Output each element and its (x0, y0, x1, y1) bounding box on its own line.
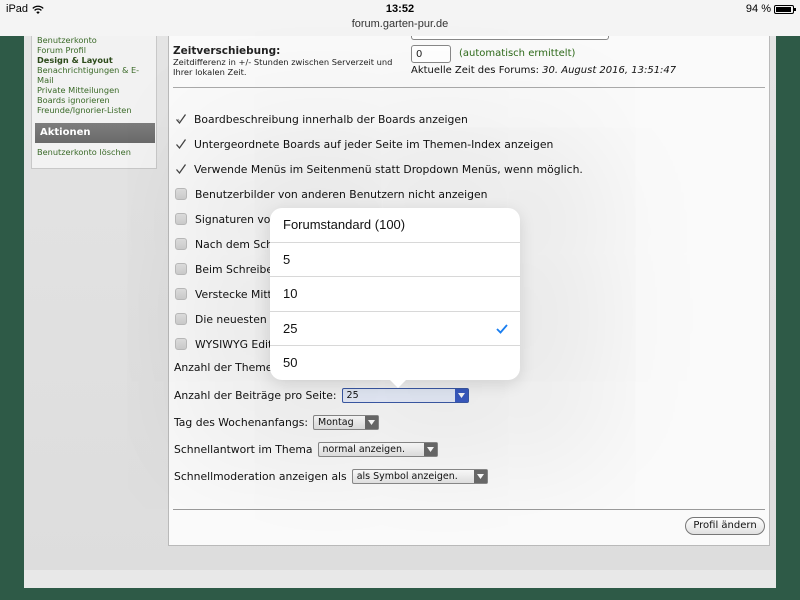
checkmark-icon[interactable] (175, 113, 187, 125)
option-label: Nach dem Schr (195, 237, 278, 251)
option-side-menus[interactable]: Verwende Menüs im Seitenmenü statt Dropd… (175, 161, 583, 177)
sidebar-item-boards-ignorieren[interactable]: Boards ignorieren (37, 95, 139, 105)
picker-option-default[interactable]: Forumstandard (100) (270, 208, 520, 242)
dropdown-arrow-icon (365, 416, 379, 429)
text-field-partial[interactable] (411, 36, 609, 40)
status-bar: iPad 13:52 forum.garten-pur.de 94 % (0, 0, 800, 36)
delete-account-link[interactable]: Benutzerkonto löschen (37, 147, 131, 157)
option-board-description[interactable]: Boardbeschreibung innerhalb der Boards a… (175, 111, 468, 127)
topics-per-page-row: Anzahl der Themen (174, 361, 279, 374)
timezone-auto-label: (automatisch ermittelt) (459, 48, 576, 59)
timezone-offset-input[interactable]: 0 (411, 45, 451, 63)
divider (173, 87, 765, 88)
option-child-boards[interactable]: Untergeordnete Boards auf jeder Seite im… (175, 136, 553, 152)
quick-moderation-value: als Symbol anzeigen. (356, 471, 458, 482)
checkbox-empty[interactable] (175, 238, 187, 250)
option-label: WYSIWYG Edito (195, 337, 279, 351)
sidebar-item-forum-profil[interactable]: Forum Profil (37, 45, 139, 55)
checkbox-empty[interactable] (175, 338, 187, 350)
status-right: 94 % (745, 3, 796, 15)
option-label: Verstecke Mitte (195, 287, 279, 301)
sidebar-item-private-mitteilungen[interactable]: Private Mitteilungen (37, 85, 139, 95)
posts-per-page-value: 25 (346, 390, 359, 401)
forum-time-label: Aktuelle Zeit des Forums: (411, 65, 539, 76)
checkbox-empty[interactable] (175, 213, 187, 225)
week-start-row: Tag des Wochenanfangs: Montag (174, 415, 380, 430)
sidebar-section-title: Aktionen (35, 123, 155, 143)
option-label: Benutzerbilder von anderen Benutzern nic… (195, 187, 488, 201)
save-profile-button[interactable]: Profil ändern (685, 517, 765, 535)
sidebar-links: Benutzerkonto Forum Profil Design & Layo… (37, 36, 139, 115)
profile-sidebar: Benutzerkonto Forum Profil Design & Layo… (31, 36, 157, 169)
option-label: Signaturen von (195, 212, 278, 226)
option-hide-avatars[interactable]: Benutzerbilder von anderen Benutzern nic… (175, 186, 487, 202)
quick-reply-label: Schnellantwort im Thema (174, 443, 313, 456)
picker-option-25-label: 25 (283, 321, 298, 336)
quick-moderation-label: Schnellmoderation anzeigen als (174, 470, 347, 483)
checkbox-empty[interactable] (175, 263, 187, 275)
checkmark-icon[interactable] (175, 163, 187, 175)
battery-percent: 94 % (745, 3, 771, 15)
option-signatures[interactable]: Signaturen von (175, 211, 277, 227)
topics-per-page-label: Anzahl der Themen (174, 361, 280, 374)
option-newest-posts[interactable]: Die neuesten B (175, 311, 278, 327)
checkmark-icon (496, 324, 508, 334)
dropdown-arrow-icon (423, 443, 437, 456)
checkbox-empty[interactable] (175, 188, 187, 200)
checkmark-icon[interactable] (175, 138, 187, 150)
week-start-label: Tag des Wochenanfangs: (174, 416, 309, 429)
sidebar-item-benachrichtigungen-cont[interactable]: Mail (37, 75, 139, 85)
address-bar[interactable]: forum.garten-pur.de (0, 18, 800, 30)
popover-arrow (389, 379, 407, 388)
timezone-description: Zeitdifferenz in +/- Stunden zwischen Se… (173, 57, 393, 77)
timezone-title: Zeitverschiebung: (173, 45, 281, 57)
option-while-writing[interactable]: Beim Schreiben (175, 261, 280, 277)
page-footer (24, 570, 776, 588)
option-label: Untergeordnete Boards auf jeder Seite im… (194, 137, 554, 151)
quick-reply-value: normal anzeigen. (322, 444, 406, 455)
clock: 13:52 (385, 3, 415, 15)
option-hide-messages[interactable]: Verstecke Mitte (175, 286, 278, 302)
option-label: Beim Schreiben (195, 262, 280, 276)
dropdown-arrow-icon (454, 389, 468, 402)
sidebar-item-benachrichtigungen[interactable]: Benachrichtigungen & E- (37, 65, 139, 75)
divider (173, 509, 765, 510)
picker-option-10[interactable]: 10 (270, 276, 520, 310)
picker-option-50[interactable]: 50 (270, 345, 520, 379)
option-after-posting[interactable]: Nach dem Schr (175, 236, 277, 252)
battery-icon (774, 4, 796, 14)
checkbox-empty[interactable] (175, 288, 187, 300)
forum-time-value: 30. August 2016, 13:51:47 (542, 65, 677, 76)
option-label: Verwende Menüs im Seitenmenü statt Dropd… (194, 162, 583, 176)
quick-moderation-select[interactable]: als Symbol anzeigen. (351, 469, 488, 484)
quick-moderation-row: Schnellmoderation anzeigen als als Symbo… (174, 469, 488, 484)
posts-per-page-label: Anzahl der Beiträge pro Seite: (174, 389, 337, 402)
quick-reply-select[interactable]: normal anzeigen. (317, 442, 438, 457)
posts-per-page-row: Anzahl der Beiträge pro Seite: 25 (174, 388, 469, 403)
dropdown-arrow-icon (473, 470, 487, 483)
forum-time: Aktuelle Zeit des Forums: 30. August 201… (411, 65, 676, 76)
option-label: Die neuesten B (195, 312, 278, 326)
sidebar-item-freunde-listen[interactable]: Freunde/Ignorier-Listen (37, 105, 139, 115)
posts-per-page-select[interactable]: 25 (341, 388, 469, 403)
picker-option-5[interactable]: 5 (270, 242, 520, 276)
checkbox-empty[interactable] (175, 313, 187, 325)
picker-option-25[interactable]: 25 (270, 311, 520, 345)
week-start-select[interactable]: Montag (313, 415, 380, 430)
posts-per-page-picker: Forumstandard (100) 5 10 25 50 (270, 208, 520, 388)
sidebar-item-design-layout[interactable]: Design & Layout (37, 55, 139, 65)
option-wysiwyg[interactable]: WYSIWYG Edito (175, 336, 279, 352)
option-label: Boardbeschreibung innerhalb der Boards a… (194, 112, 468, 126)
quick-reply-row: Schnellantwort im Thema normal anzeigen. (174, 442, 438, 457)
sidebar-item-benutzerkonto[interactable]: Benutzerkonto (37, 36, 139, 45)
week-start-value: Montag (318, 417, 354, 428)
